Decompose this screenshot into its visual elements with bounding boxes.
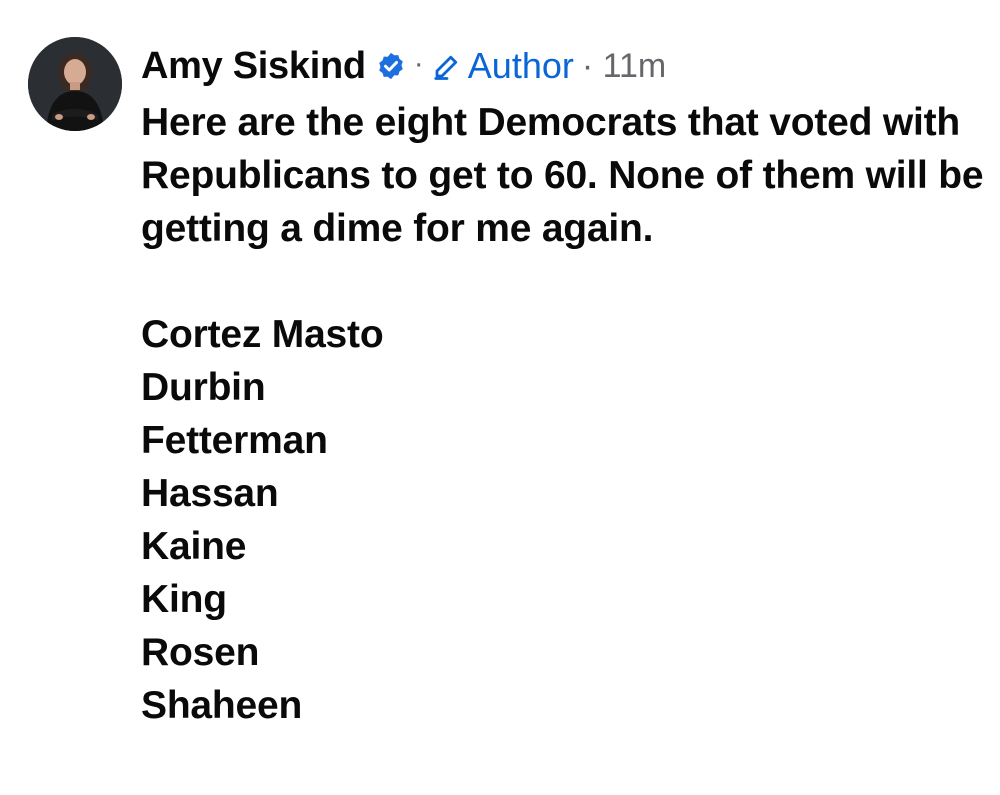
author-badge: Author bbox=[432, 45, 574, 87]
senator-list: Cortez Masto Durbin Fetterman Hassan Kai… bbox=[141, 308, 991, 732]
profile-photo bbox=[28, 37, 122, 131]
list-item: King bbox=[141, 578, 227, 621]
avatar[interactable] bbox=[28, 37, 122, 131]
list-item: Hassan bbox=[141, 472, 279, 515]
list-item: Kaine bbox=[141, 525, 247, 568]
post-header: Amy Siskind · Author · 11m bbox=[141, 40, 666, 92]
list-item: Rosen bbox=[141, 631, 260, 674]
author-badge-label: Author bbox=[467, 45, 574, 86]
comment-post: Amy Siskind · Author · 11m Here are the … bbox=[0, 0, 1000, 795]
list-item: Fetterman bbox=[141, 419, 328, 462]
pen-icon bbox=[432, 51, 462, 81]
author-name[interactable]: Amy Siskind bbox=[141, 45, 366, 88]
list-item: Durbin bbox=[141, 366, 266, 409]
list-item: Shaheen bbox=[141, 684, 303, 727]
separator-dot: · bbox=[413, 47, 424, 80]
verified-badge-icon bbox=[376, 51, 406, 81]
post-body: Here are the eight Democrats that voted … bbox=[141, 96, 991, 732]
list-item: Cortez Masto bbox=[141, 313, 384, 356]
timestamp[interactable]: · 11m bbox=[582, 47, 666, 86]
post-paragraph: Here are the eight Democrats that voted … bbox=[141, 101, 984, 250]
